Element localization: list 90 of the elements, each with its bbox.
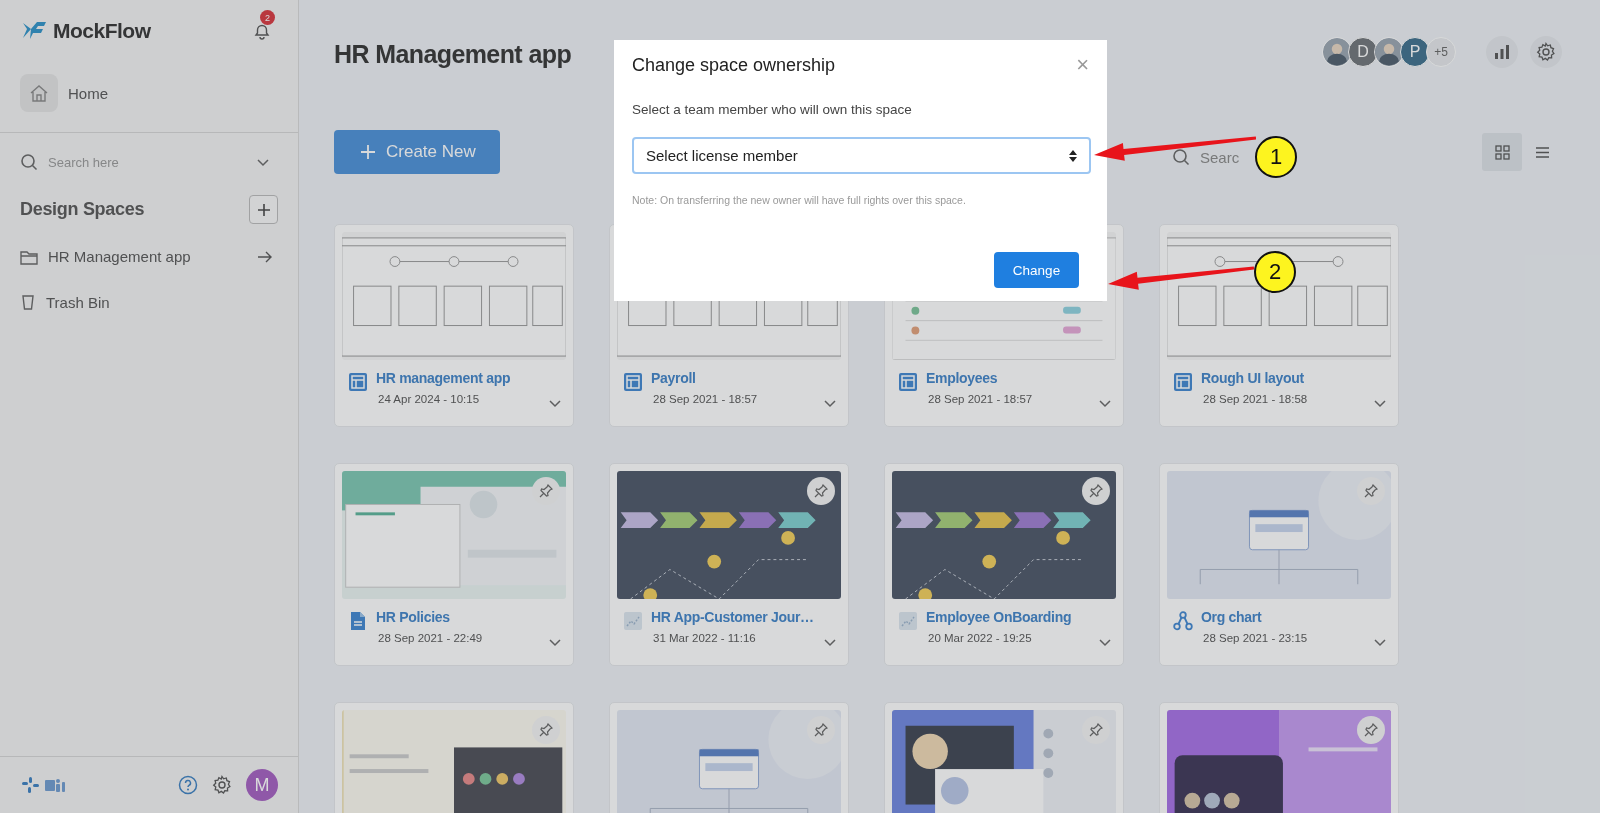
pin-icon [814,484,828,498]
plus-icon [256,202,271,217]
project-card[interactable]: HR App-Customer Jour… 31 Mar 2022 - 11:16 [609,463,849,666]
chevron-down-icon[interactable] [1373,637,1387,647]
layout-icon [898,372,918,392]
grid-view-button[interactable] [1482,133,1522,171]
pin-icon [539,484,553,498]
field-label: Select a team member who will own this space [632,102,913,117]
search-icon [1172,148,1190,166]
home-nav-item[interactable]: Home [20,74,278,112]
card-title[interactable]: HR Policies [376,609,450,625]
settings-icon[interactable] [212,775,232,795]
layout-icon [1173,372,1193,392]
card-date: 24 Apr 2024 - 10:15 [377,393,481,405]
member-avatar[interactable] [1374,36,1404,67]
chevron-down-icon[interactable] [1098,637,1112,647]
pin-icon [1364,484,1378,498]
change-button[interactable]: Change [994,252,1079,288]
analytics-button[interactable] [1486,35,1518,68]
member-select[interactable]: Select license member [632,137,1091,174]
chevron-down-icon[interactable] [256,157,270,167]
project-card[interactable]: Employee OnBoarding 20 Mar 2022 - 19:25 [884,463,1124,666]
diagram-icon [898,611,918,631]
project-card[interactable]: Org chart 28 Sep 2021 - 23:15 [1159,463,1399,666]
card-date: 28 Sep 2021 - 18:57 [652,393,759,405]
trash-icon [20,293,36,311]
card-title[interactable]: HR management app [376,370,511,386]
settings-icon [1536,41,1556,62]
pin-icon [814,723,828,737]
modal-title: Change space ownership [632,54,836,76]
grid-icon [1494,144,1510,160]
chevron-down-icon[interactable] [823,398,837,408]
section-title: Design Spaces [20,199,145,220]
home-label: Home [68,84,108,102]
card-date: 28 Sep 2021 - 18:58 [1202,393,1309,405]
card-title[interactable]: Org chart [1201,609,1262,625]
notification-badge: 2 [260,10,275,25]
card-title[interactable]: Payroll [651,370,696,386]
card-date: 28 Sep 2021 - 18:57 [927,393,1034,405]
document-icon [348,611,368,631]
project-card[interactable]: HR Policies 28 Sep 2021 - 22:49 [334,463,574,666]
chevron-down-icon[interactable] [823,637,837,647]
card-date: 20 Mar 2022 - 19:25 [927,632,1033,644]
card-title[interactable]: HR App-Customer Jour… [651,609,814,625]
member-avatar[interactable]: D [1348,36,1378,67]
card-title[interactable]: Employees [926,370,998,386]
integration-icon[interactable] [20,775,66,795]
card-date: 31 Mar 2022 - 11:16 [652,632,757,644]
sidebar-item[interactable]: Trash Bin [46,293,272,311]
settings-button[interactable] [1530,35,1562,68]
card-date: 28 Sep 2021 - 23:15 [1202,632,1309,644]
list-icon [1534,144,1550,160]
card-date: 28 Sep 2021 - 22:49 [377,632,484,644]
pin-icon [1364,723,1378,737]
pin-icon [539,723,553,737]
sort-arrows-icon [1069,149,1077,162]
add-space-button[interactable] [249,195,278,224]
step-marker: 1 [1255,136,1297,178]
close-button[interactable]: × [1074,54,1091,76]
layout-icon [623,372,643,392]
member-avatar[interactable]: P [1400,36,1430,67]
search-field[interactable]: Search here [46,153,248,171]
home-icon [20,74,58,112]
user-avatar[interactable]: M [246,769,278,801]
chevron-down-icon[interactable] [548,637,562,647]
sidebar-item[interactable]: HR Management app [48,248,247,265]
member-avatar[interactable] [1322,36,1352,67]
plus-icon [360,144,376,160]
layout-icon [348,372,368,392]
page-title: HR Management app [334,40,572,69]
pin-icon [1089,484,1103,498]
bell-icon [252,22,272,40]
project-card[interactable]: HR management app 24 Apr 2024 - 10:15 [334,224,574,427]
chevron-down-icon[interactable] [1373,398,1387,408]
create-new-button[interactable]: Create New [334,130,500,174]
chevron-down-icon[interactable] [1098,398,1112,408]
notification-button[interactable] [252,22,272,40]
pin-icon [1089,723,1103,737]
help-icon[interactable] [178,775,198,795]
note-text: Note: On transferring the new owner will have full rights over this space. [632,194,967,206]
chevron-down-icon[interactable] [548,398,562,408]
hierarchy-icon [1173,611,1193,631]
diagram-icon [623,611,643,631]
folder-icon [20,248,38,265]
search-icon [20,153,38,171]
more-members-badge[interactable]: +5 [1426,36,1456,67]
card-title[interactable]: Rough UI layout [1201,370,1304,386]
card-title[interactable]: Employee OnBoarding [926,609,1072,625]
app-logo: MockFlow [53,19,151,43]
arrow-right-icon[interactable] [257,249,272,264]
